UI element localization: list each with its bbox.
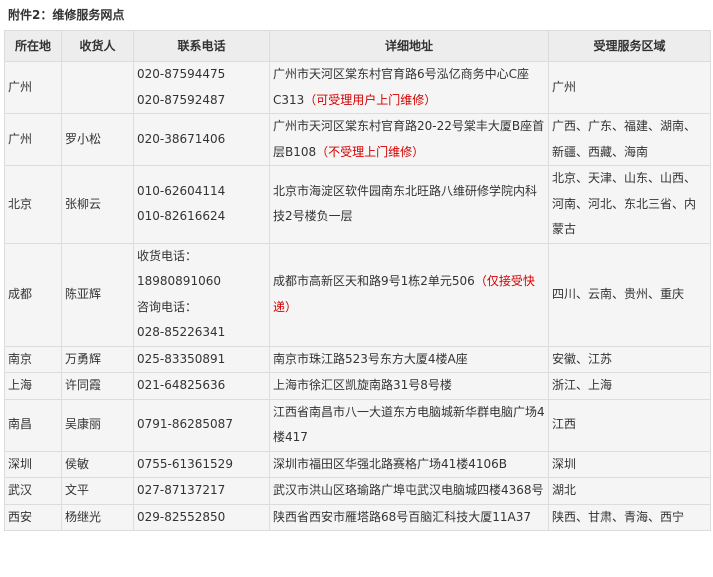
cell-receiver: 张柳云	[61, 165, 134, 244]
cell-location: 成都	[4, 242, 62, 347]
phone-line: 18980891060	[137, 274, 221, 288]
service-points-table: 所在地 收货人 联系电话 详细地址 受理服务区域 广州 020-87594475 0…	[4, 30, 711, 531]
cell-receiver: 罗小松	[61, 113, 134, 166]
phone-line: 0755-61361529	[137, 456, 233, 471]
cell-address: 陕西省西安市雁塔路68号百脑汇科技大厦11A37	[269, 503, 549, 531]
cell-location: 西安	[4, 503, 62, 531]
table-row: 广州 罗小松 020-38671406 广州市天河区棠东村官育路20-22号棠丰大厦B…	[4, 113, 711, 166]
cell-location: 深圳	[4, 450, 62, 478]
header-location: 所在地	[4, 30, 62, 62]
table-row: 深圳 侯敏 0755-61361529 深圳市福田区华强北路赛格广场41楼4106B 深…	[4, 450, 711, 478]
phone-line: 025-83350891	[137, 351, 226, 366]
table-row: 上海 许同霞 021-64825636 上海市徐汇区凯旋南路31号8号楼 浙江、上海	[4, 372, 711, 400]
cell-location: 上海	[4, 372, 62, 400]
cell-phone: 025-83350891	[133, 345, 270, 373]
cell-phone: 收货电话： 18980891060 咨询电话： 028-85226341	[133, 242, 270, 347]
table-row: 南昌 吴康丽 0791-86285087 江西省南昌市八一大道东方电脑城新华群电脑广场…	[4, 398, 711, 452]
cell-location: 南昌	[4, 398, 62, 452]
phone-line: 020-87594475	[137, 67, 226, 81]
address-text: 江西省南昌市八一大道东方电脑城新华群电脑广场4楼417	[273, 404, 545, 445]
cell-phone: 0755-61361529	[133, 450, 270, 478]
cell-address: 南京市珠江路523号东方大厦4楼A座	[269, 345, 549, 373]
cell-receiver	[61, 61, 134, 114]
header-service-area: 受理服务区域	[548, 30, 711, 62]
header-phone: 联系电话	[133, 30, 270, 62]
header-receiver: 收货人	[61, 30, 134, 62]
cell-service-area: 安徽、江苏	[548, 345, 711, 373]
phone-line: 021-64825636	[137, 378, 226, 392]
table-row: 南京 万勇辉 025-83350891 南京市珠江路523号东方大厦4楼A座 安徽、江苏	[4, 345, 711, 373]
phone-line: 027-87137217	[137, 483, 226, 497]
address-text: 上海市徐汇区凯旋南路31号8号楼	[273, 378, 452, 392]
phone-line: 029-82552850	[137, 509, 226, 524]
phone-line: 010-82616624	[137, 209, 226, 224]
cell-location: 武汉	[4, 477, 62, 505]
cell-address: 北京市海淀区软件园南东北旺路八维研修学院内科技2号楼负一层	[269, 165, 549, 244]
phone-line: 咨询电话：	[137, 299, 198, 314]
address-text: 成都市高新区天和路9号1栋2单元506	[273, 274, 475, 288]
cell-receiver: 陈亚辉	[61, 242, 134, 347]
cell-phone: 010-62604114 010-82616624	[133, 165, 270, 244]
cell-phone: 020-87594475 020-87592487	[133, 61, 270, 114]
cell-phone: 0791-86285087	[133, 398, 270, 452]
address-text: 北京市海淀区软件园南东北旺路八维研修学院内科技2号楼负一层	[273, 183, 538, 224]
header-address: 详细地址	[269, 30, 549, 62]
cell-address: 深圳市福田区华强北路赛格广场41楼4106B	[269, 450, 549, 478]
cell-service-area: 湖北	[548, 477, 711, 505]
table-row: 武汉 文平 027-87137217 武汉市洪山区珞瑜路广埠屯武汉电脑城四楼4368号…	[4, 477, 711, 505]
cell-service-area: 江西	[548, 398, 711, 452]
cell-receiver: 吴康丽	[61, 398, 134, 452]
cell-address: 江西省南昌市八一大道东方电脑城新华群电脑广场4楼417	[269, 398, 549, 452]
cell-phone: 021-64825636	[133, 372, 270, 400]
address-text: 武汉市洪山区珞瑜路广埠屯武汉电脑城四楼4368号	[273, 483, 544, 497]
table-row: 北京 张柳云 010-62604114 010-82616624 北京市海淀区软件园南东…	[4, 165, 711, 244]
cell-service-area: 北京、天津、山东、山西、河南、河北、东北三省、内蒙古	[548, 165, 711, 244]
table-body: 广州 020-87594475 020-87592487 广州市天河区棠东村官育路6号…	[4, 61, 711, 531]
cell-location: 北京	[4, 165, 62, 244]
phone-line: 0791-86285087	[137, 417, 233, 432]
cell-service-area: 深圳	[548, 450, 711, 478]
cell-receiver: 许同霞	[61, 372, 134, 400]
cell-receiver: 杨继光	[61, 503, 134, 531]
cell-receiver: 侯敏	[61, 450, 134, 478]
phone-line: 020-87592487	[137, 92, 226, 107]
table-row: 成都 陈亚辉 收货电话： 18980891060 咨询电话： 028-85226341 成都…	[4, 242, 711, 347]
table-row: 广州 020-87594475 020-87592487 广州市天河区棠东村官育路6号…	[4, 61, 711, 114]
cell-service-area: 浙江、上海	[548, 372, 711, 400]
cell-address: 广州市天河区棠东村官育路6号泓亿商务中心C座C313（可受理用户上门维修）	[269, 61, 549, 114]
cell-location: 广州	[4, 61, 62, 114]
cell-address: 成都市高新区天和路9号1栋2单元506（仅接受快递）	[269, 242, 549, 347]
cell-address: 武汉市洪山区珞瑜路广埠屯武汉电脑城四楼4368号	[269, 477, 549, 505]
address-note: （不受理上门维修）	[316, 144, 425, 159]
document-title: 附件2：维修服务网点	[8, 8, 125, 22]
cell-service-area: 广西、广东、福建、湖南、新疆、西藏、海南	[548, 113, 711, 166]
cell-service-area: 四川、云南、贵州、重庆	[548, 242, 711, 347]
address-text: 南京市珠江路523号东方大厦4楼A座	[273, 351, 468, 366]
phone-line: 收货电话：	[137, 248, 198, 263]
cell-phone: 027-87137217	[133, 477, 270, 505]
cell-phone: 020-38671406	[133, 113, 270, 166]
phone-line: 010-62604114	[137, 183, 226, 198]
cell-service-area: 广州	[548, 61, 711, 114]
address-text: 陕西省西安市雁塔路68号百脑汇科技大厦11A37	[273, 509, 532, 524]
cell-location: 广州	[4, 113, 62, 166]
address-note: （可受理用户上门维修）	[304, 92, 437, 107]
address-text: 深圳市福田区华强北路赛格广场41楼4106B	[273, 456, 508, 471]
cell-address: 广州市天河区棠东村官育路20-22号棠丰大厦B座首层B108（不受理上门维修）	[269, 113, 549, 166]
cell-phone: 029-82552850	[133, 503, 270, 531]
phone-line: 020-38671406	[137, 131, 226, 146]
cell-receiver: 万勇辉	[61, 345, 134, 373]
cell-address: 上海市徐汇区凯旋南路31号8号楼	[269, 372, 549, 400]
cell-receiver: 文平	[61, 477, 134, 505]
cell-location: 南京	[4, 345, 62, 373]
cell-service-area: 陕西、甘肃、青海、西宁	[548, 503, 711, 531]
table-header-row: 所在地 收货人 联系电话 详细地址 受理服务区域	[4, 30, 711, 62]
phone-line: 028-85226341	[137, 325, 226, 339]
table-row: 西安 杨继光 029-82552850 陕西省西安市雁塔路68号百脑汇科技大厦11A3…	[4, 503, 711, 531]
